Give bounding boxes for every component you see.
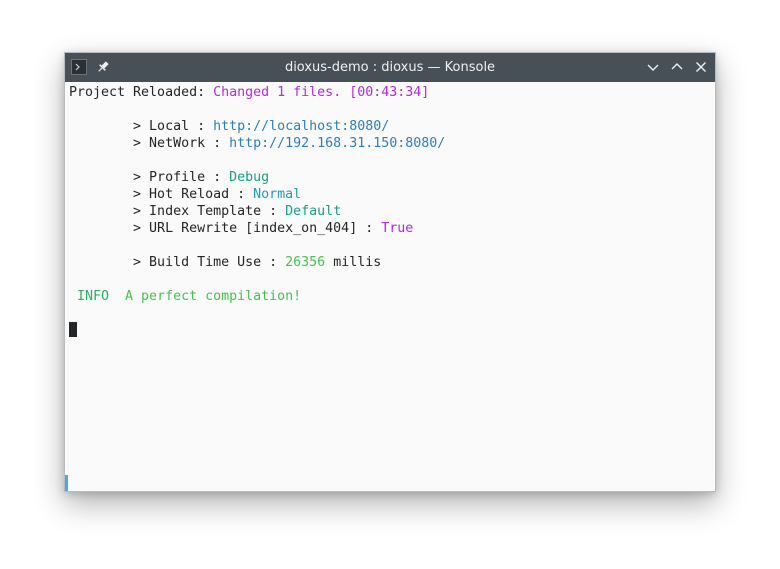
build-time-line: > Build Time Use : 26356 millis <box>69 254 709 271</box>
index-template-value: Default <box>285 204 342 219</box>
info-message: A perfect compilation! <box>109 289 302 304</box>
hot-reload-label: > Hot Reload : <box>69 187 254 202</box>
chevron-down-icon <box>647 64 659 71</box>
chevron-up-icon <box>671 63 683 70</box>
konsole-window: dioxus-demo : dioxus — Konsole Project R… <box>64 52 716 492</box>
local-line: > Local : http://localhost:8080/ <box>69 118 709 135</box>
maximize-button[interactable] <box>668 58 686 76</box>
url-rewrite-line: > URL Rewrite [index_on_404] : True <box>69 220 709 237</box>
reload-message: Changed 1 files. [00:43:34] <box>213 85 430 100</box>
close-icon <box>696 62 706 72</box>
minimize-button[interactable] <box>644 58 662 76</box>
profile-value: Debug <box>229 170 270 185</box>
network-line: > NetWork : http://192.168.31.150:8080/ <box>69 135 709 152</box>
reload-line: Project Reloaded: Changed 1 files. [00:4… <box>69 84 709 101</box>
url-rewrite-value: True <box>381 221 414 236</box>
reload-prefix: Project Reloaded: <box>69 85 214 100</box>
build-time-label: > Build Time Use : <box>69 255 286 270</box>
build-time-value: 26356 <box>285 255 326 270</box>
build-time-unit: millis <box>325 255 382 270</box>
close-button[interactable] <box>692 58 710 76</box>
hot-reload-line: > Hot Reload : Normal <box>69 186 709 203</box>
network-label: > NetWork : <box>69 136 230 151</box>
url-rewrite-label: > URL Rewrite [index_on_404] : <box>69 221 382 236</box>
profile-line: > Profile : Debug <box>69 169 709 186</box>
hot-reload-value: Normal <box>253 187 302 202</box>
profile-label: > Profile : <box>69 170 230 185</box>
local-label: > Local : <box>69 119 214 134</box>
text-cursor <box>69 322 77 337</box>
network-url-link[interactable]: http://192.168.31.150:8080/ <box>229 136 445 151</box>
info-line: INFO A perfect compilation! <box>69 288 709 305</box>
info-level: INFO <box>69 289 110 304</box>
scroll-indicator[interactable] <box>65 475 68 491</box>
index-template-label: > Index Template : <box>69 204 286 219</box>
prompt-line[interactable] <box>69 322 709 339</box>
title-bar[interactable]: dioxus-demo : dioxus — Konsole <box>65 53 715 82</box>
index-template-line: > Index Template : Default <box>69 203 709 220</box>
terminal-output[interactable]: Project Reloaded: Changed 1 files. [00:4… <box>69 84 709 484</box>
window-title: dioxus-demo : dioxus — Konsole <box>284 60 496 75</box>
local-url-link[interactable]: http://localhost:8080/ <box>213 119 389 134</box>
